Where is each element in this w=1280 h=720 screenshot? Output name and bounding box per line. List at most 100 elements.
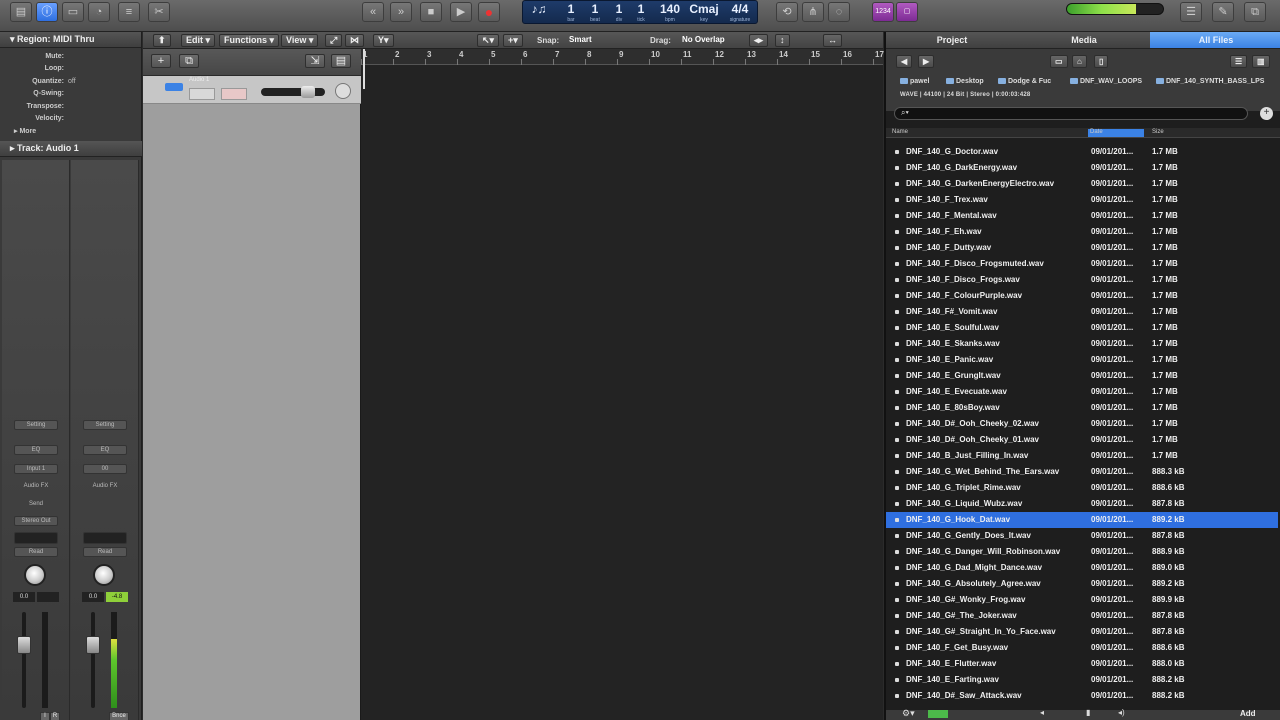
catch-icon[interactable]: ⤢ bbox=[325, 34, 343, 47]
gear-icon[interactable]: ⚙▾ bbox=[902, 708, 915, 719]
mixer-icon[interactable]: ≡ bbox=[118, 2, 140, 22]
audio-fx-slot[interactable]: Audio FX bbox=[14, 481, 58, 491]
back-arrow-icon[interactable]: ◀ bbox=[896, 55, 913, 68]
lcd-signature[interactable]: 4/4 signature bbox=[723, 1, 757, 23]
pan-knob[interactable] bbox=[24, 564, 46, 586]
smart-controls-icon[interactable]: ◔ bbox=[88, 2, 110, 22]
search-field[interactable]: ⌕▾ bbox=[894, 107, 1248, 120]
drag-select[interactable]: No Overlap bbox=[682, 35, 725, 44]
file-row[interactable]: DNF_140_F_Disco_Frogs.wav 09/01/201... 1.7… bbox=[886, 272, 1278, 288]
count-in-icon[interactable]: ◌ bbox=[828, 2, 850, 22]
track-volume-handle[interactable] bbox=[301, 86, 315, 98]
project-icon[interactable]: ▯ bbox=[1094, 55, 1109, 68]
region-header[interactable]: ▾ Region: MIDI Thru bbox=[0, 32, 141, 48]
file-row[interactable]: DNF_140_G_Dad_Might_Dance.wav 09/01/201..… bbox=[886, 560, 1278, 576]
file-row[interactable]: DNF_140_D#_Ooh_Cheeky_02.wav 09/01/201...… bbox=[886, 416, 1278, 432]
file-row[interactable]: DNF_140_G_Hook_Dat.wav 09/01/201... 889.2 … bbox=[886, 512, 1278, 528]
playhead[interactable] bbox=[363, 49, 365, 89]
input-monitor-button[interactable]: I bbox=[40, 712, 50, 720]
track-pan-knob[interactable] bbox=[335, 83, 351, 99]
tab-all-files[interactable]: All Files bbox=[1150, 32, 1280, 48]
file-row[interactable]: DNF_140_E_Skanks.wav 09/01/201... 1.7 MB bbox=[886, 336, 1278, 352]
file-row[interactable]: DNF_140_G_Wet_Behind_The_Ears.wav 09/01/2… bbox=[886, 464, 1278, 480]
tab-media[interactable]: Media bbox=[1018, 32, 1150, 48]
audio-fx-slot[interactable]: Audio FX bbox=[83, 481, 127, 491]
file-row[interactable]: DNF_140_E_Farting.wav 09/01/201... 888.2 k… bbox=[886, 672, 1278, 688]
param-velocity[interactable]: Velocity: bbox=[0, 113, 141, 126]
file-row[interactable]: DNF_140_G_Liquid_Wubz.wav 09/01/201... 887… bbox=[886, 496, 1278, 512]
pointer-tool-icon[interactable]: ↖▾ bbox=[477, 34, 500, 47]
file-row[interactable]: DNF_140_G_Doctor.wav 09/01/201... 1.7 MB bbox=[886, 144, 1278, 160]
record-enable-button[interactable] bbox=[221, 88, 247, 100]
track-header[interactable]: ▸ Track: Audio 1 bbox=[0, 141, 142, 157]
column-size[interactable]: Size bbox=[1152, 129, 1164, 135]
file-row[interactable]: DNF_140_F_Dutty.wav 09/01/201... 1.7 MB bbox=[886, 240, 1278, 256]
editors-icon[interactable]: ✂ bbox=[148, 2, 170, 22]
file-row[interactable]: DNF_140_D#_Saw_Attack.wav 09/01/201... 888… bbox=[886, 688, 1278, 704]
lcd-tempo[interactable]: 140 bpm bbox=[655, 1, 685, 23]
param-q-swing[interactable]: Q-Swing: bbox=[0, 88, 141, 101]
volume-fader[interactable] bbox=[86, 636, 100, 654]
file-row[interactable]: DNF_140_F_Trex.wav 09/01/201... 1.7 MB bbox=[886, 192, 1278, 208]
track-volume-slider[interactable] bbox=[261, 88, 325, 96]
flex-icon[interactable]: ⋈ bbox=[345, 34, 364, 47]
pencil-tool-icon[interactable]: +▾ bbox=[503, 34, 523, 47]
bar-ruler[interactable]: 1 2 3 4 5 6 7 8 9 10 11 12 13 14 15 16 17 bbox=[361, 49, 884, 65]
path-synth-bass[interactable]: DNF_140_SYNTH_BASS_LPS bbox=[1156, 78, 1264, 85]
param-quantize[interactable]: Quantize: off bbox=[0, 75, 141, 88]
file-row[interactable]: DNF_140_B_Just_Filling_In.wav 09/01/201..… bbox=[886, 448, 1278, 464]
file-row[interactable]: DNF_140_E_Soulful.wav 09/01/201... 1.7 MB bbox=[886, 320, 1278, 336]
eq-button[interactable]: EQ bbox=[83, 445, 127, 455]
file-row[interactable]: DNF_140_G_Gently_Does_It.wav 09/01/201...… bbox=[886, 528, 1278, 544]
record-icon[interactable]: ● bbox=[478, 2, 500, 22]
functions-menu[interactable]: Functions ▾ bbox=[219, 34, 280, 47]
duplicate-track-icon[interactable]: ⧉ bbox=[179, 54, 199, 68]
path-dodge-fuc[interactable]: Dodge & Fuc bbox=[998, 78, 1051, 85]
file-row[interactable]: DNF_140_E_80sBoy.wav 09/01/201... 1.7 MB bbox=[886, 400, 1278, 416]
volume-fader[interactable] bbox=[17, 636, 31, 654]
file-row[interactable]: DNF_140_G_Triplet_Rime.wav 09/01/201... 88… bbox=[886, 480, 1278, 496]
file-row[interactable]: DNF_140_G_DarkenEnergyElectro.wav 09/01/2… bbox=[886, 176, 1278, 192]
file-row[interactable]: DNF_140_F_ColourPurple.wav 09/01/201... 1.… bbox=[886, 288, 1278, 304]
param-mute[interactable]: Mute: bbox=[0, 50, 141, 63]
file-row[interactable]: DNF_140_F#_Vomit.wav 09/01/201... 1.7 MB bbox=[886, 304, 1278, 320]
add-button[interactable]: Add bbox=[1240, 709, 1256, 718]
file-row[interactable]: DNF_140_E_Flutter.wav 09/01/201... 888.0 k… bbox=[886, 656, 1278, 672]
track-row-audio-1[interactable]: Audio 1 bbox=[143, 76, 361, 104]
cpu-icon[interactable]: 1234 bbox=[872, 2, 894, 22]
computer-icon[interactable]: ▭ bbox=[1050, 55, 1068, 68]
vertical-zoom-icon[interactable]: ↕ bbox=[775, 34, 790, 47]
play-icon[interactable]: ▶ bbox=[450, 2, 472, 22]
automation-mode[interactable]: Read bbox=[83, 547, 127, 557]
global-tracks-icon[interactable]: ⇲ bbox=[305, 54, 325, 68]
preview-play-icon[interactable] bbox=[928, 710, 948, 718]
view-menu[interactable]: View ▾ bbox=[281, 34, 319, 47]
param-transpose[interactable]: Transpose: bbox=[0, 100, 141, 113]
automation-mode[interactable]: Read bbox=[14, 547, 58, 557]
column-view-icon[interactable]: ▥ bbox=[1252, 55, 1270, 68]
file-row[interactable]: DNF_140_G#_The_Joker.wav 09/01/201... 887.… bbox=[886, 608, 1278, 624]
file-row[interactable]: DNF_140_G_Absolutely_Agree.wav 09/01/201.… bbox=[886, 576, 1278, 592]
file-row[interactable]: DNF_140_D#_Ooh_Cheeky_01.wav 09/01/201...… bbox=[886, 432, 1278, 448]
track-list-icon[interactable]: ▤ bbox=[331, 54, 351, 68]
column-date[interactable]: Date bbox=[1088, 129, 1144, 137]
param-loop[interactable]: Loop: bbox=[0, 63, 141, 76]
file-row[interactable]: DNF_140_E_Panic.wav 09/01/201... 1.7 MB bbox=[886, 352, 1278, 368]
path-pawel[interactable]: pawel bbox=[900, 78, 929, 85]
list-editors-icon[interactable]: ☰ bbox=[1180, 2, 1202, 22]
file-row[interactable]: DNF_140_E_Evecuate.wav 09/01/201... 1.7 MB bbox=[886, 384, 1278, 400]
snap-select[interactable]: Smart bbox=[569, 35, 592, 44]
list-view-icon[interactable]: ☰ bbox=[1230, 55, 1248, 68]
home-icon[interactable]: ⌂ bbox=[1072, 55, 1087, 68]
back-icon[interactable]: ⬆ bbox=[153, 34, 171, 47]
group-slot[interactable] bbox=[14, 532, 58, 544]
tuner-icon[interactable]: ⋔ bbox=[802, 2, 824, 22]
transport-display[interactable]: ♪♫ 1 bar 1 beat 1 div 1 tick 140 bpm Cmaj key … bbox=[522, 0, 758, 24]
library-icon[interactable]: ▤ bbox=[10, 2, 32, 22]
column-name[interactable]: Name bbox=[892, 129, 908, 135]
filter-icon[interactable]: Y▾ bbox=[373, 34, 394, 47]
add-track-icon[interactable]: + bbox=[151, 54, 171, 68]
file-row[interactable]: DNF_140_G#_Straight_In_Yo_Face.wav 09/01/… bbox=[886, 624, 1278, 640]
setting-button[interactable]: Setting bbox=[14, 420, 58, 430]
toolbar-toggle-icon[interactable]: ▭ bbox=[62, 2, 84, 22]
